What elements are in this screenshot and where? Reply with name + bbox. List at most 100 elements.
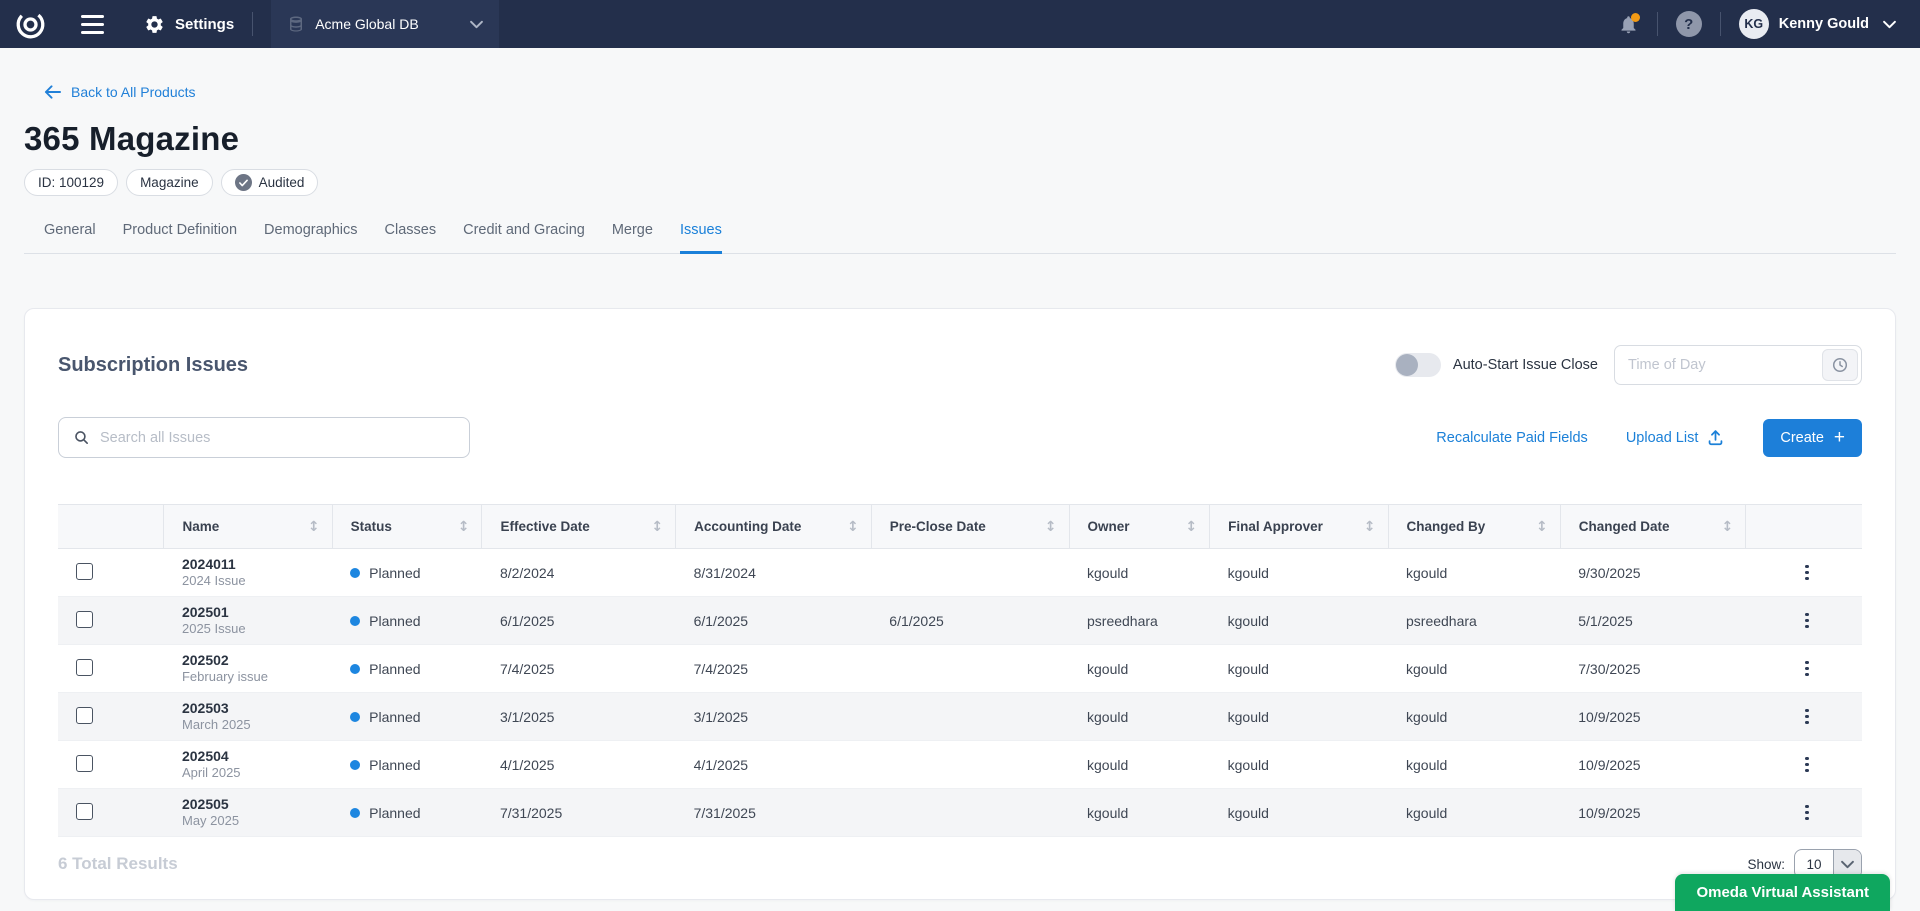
cell-pre-close-date: 6/1/2025: [871, 597, 1069, 645]
tab-classes[interactable]: Classes: [385, 222, 437, 254]
cell-changed-date: 5/1/2025: [1560, 597, 1745, 645]
issue-subname: April 2025: [182, 765, 320, 782]
row-checkbox[interactable]: [76, 803, 93, 820]
tab-issues[interactable]: Issues: [680, 222, 722, 254]
row-checkbox[interactable]: [76, 611, 93, 628]
cell-final-approver: kgould: [1210, 741, 1388, 789]
cell-accounting-date: 3/1/2025: [676, 693, 872, 741]
tab-bar: General Product Definition Demographics …: [24, 222, 1896, 254]
sort-icon[interactable]: ↕: [458, 519, 470, 535]
subscription-issues-panel: Subscription Issues Auto-Start Issue Clo…: [24, 308, 1896, 900]
tab-credit-and-gracing[interactable]: Credit and Gracing: [463, 222, 585, 254]
bell-icon[interactable]: [1618, 14, 1639, 35]
cell-name[interactable]: 202504 April 2025: [164, 741, 332, 789]
cell-name[interactable]: 202502 February issue: [164, 645, 332, 693]
cell-pre-close-date: [871, 693, 1069, 741]
tab-general[interactable]: General: [44, 222, 96, 254]
issue-name[interactable]: 202504: [182, 747, 320, 765]
create-button[interactable]: Create +: [1763, 419, 1862, 457]
page-title: 365 Magazine: [24, 120, 1896, 158]
sort-icon[interactable]: ↕: [308, 519, 320, 535]
omeda-logo-icon[interactable]: [14, 8, 47, 41]
recalculate-label: Recalculate Paid Fields: [1436, 430, 1588, 446]
divider: [1657, 12, 1658, 36]
user-menu[interactable]: KG Kenny Gould: [1739, 9, 1896, 39]
sort-icon[interactable]: ↕: [1364, 519, 1376, 535]
status-dot-icon: [350, 808, 360, 818]
badge-label: ID: 100129: [38, 175, 104, 190]
settings-label: Settings: [175, 16, 234, 33]
tab-merge[interactable]: Merge: [612, 222, 653, 254]
cell-status: Planned: [332, 693, 482, 741]
status-label: Planned: [369, 565, 420, 581]
cell-final-approver: kgould: [1210, 789, 1388, 837]
tab-demographics[interactable]: Demographics: [264, 222, 358, 254]
cell-changed-by: kgould: [1388, 645, 1560, 693]
kebab-menu-icon[interactable]: [1764, 565, 1850, 581]
cell-owner: kgould: [1069, 789, 1210, 837]
help-icon[interactable]: ?: [1676, 11, 1702, 37]
upload-list-link[interactable]: Upload List: [1626, 428, 1726, 447]
time-of-day-input[interactable]: [1628, 357, 1822, 373]
panel-title: Subscription Issues: [58, 354, 248, 377]
kebab-menu-icon[interactable]: [1764, 709, 1850, 725]
issue-name[interactable]: 202503: [182, 699, 320, 717]
cell-changed-date: 10/9/2025: [1560, 693, 1745, 741]
status-label: Planned: [369, 709, 420, 725]
settings-nav[interactable]: Settings: [144, 14, 234, 35]
issue-name[interactable]: 202505: [182, 795, 320, 813]
issue-name[interactable]: 202501: [182, 603, 320, 621]
notification-badge: [1631, 13, 1640, 22]
database-selector[interactable]: Acme Global DB: [271, 0, 499, 48]
chevron-down-icon: [470, 20, 483, 29]
back-link-label: Back to All Products: [71, 84, 196, 100]
row-checkbox[interactable]: [76, 563, 93, 580]
sort-icon[interactable]: ↕: [1536, 519, 1548, 535]
cell-changed-date: 10/9/2025: [1560, 741, 1745, 789]
header-actions: [1746, 505, 1862, 549]
sort-icon[interactable]: ↕: [1185, 519, 1197, 535]
kebab-menu-icon[interactable]: [1764, 757, 1850, 773]
cell-owner: kgould: [1069, 741, 1210, 789]
clock-icon[interactable]: [1822, 349, 1858, 381]
sort-icon[interactable]: ↕: [1721, 519, 1733, 535]
create-label: Create: [1780, 430, 1824, 446]
row-checkbox[interactable]: [76, 707, 93, 724]
cell-owner: psreedhara: [1069, 597, 1210, 645]
table-row: 202504 April 2025 Planned 4/1/2025 4/1/2…: [58, 741, 1862, 789]
cell-changed-by: kgould: [1388, 741, 1560, 789]
tab-product-definition[interactable]: Product Definition: [123, 222, 237, 254]
kebab-menu-icon[interactable]: [1764, 613, 1850, 629]
back-link[interactable]: Back to All Products: [44, 84, 196, 100]
issue-name[interactable]: 202502: [182, 651, 320, 669]
cell-name[interactable]: 202505 May 2025: [164, 789, 332, 837]
kebab-menu-icon[interactable]: [1764, 805, 1850, 821]
row-checkbox[interactable]: [76, 659, 93, 676]
cell-name[interactable]: 2024011 2024 Issue: [164, 549, 332, 597]
cell-name[interactable]: 202503 March 2025: [164, 693, 332, 741]
sort-icon[interactable]: ↕: [847, 519, 859, 535]
sort-icon[interactable]: ↕: [1045, 519, 1057, 535]
search-input[interactable]: [100, 430, 455, 446]
badge-label: Audited: [259, 175, 305, 190]
row-checkbox[interactable]: [76, 755, 93, 772]
issue-name[interactable]: 2024011: [182, 555, 320, 573]
cell-effective-date: 8/2/2024: [482, 549, 676, 597]
header-pre-close-date: Pre-Close Date↕: [871, 505, 1069, 549]
badges: ID: 100129 Magazine Audited: [24, 169, 1896, 196]
auto-start-controls: Auto-Start Issue Close: [1395, 345, 1862, 385]
auto-start-toggle[interactable]: [1395, 353, 1441, 377]
cell-status: Planned: [332, 741, 482, 789]
recalculate-paid-fields-link[interactable]: Recalculate Paid Fields: [1436, 430, 1588, 446]
virtual-assistant-button[interactable]: Omeda Virtual Assistant: [1675, 874, 1890, 911]
table-row: 202503 March 2025 Planned 3/1/2025 3/1/2…: [58, 693, 1862, 741]
sort-icon[interactable]: ↕: [651, 519, 663, 535]
cell-name[interactable]: 202501 2025 Issue: [164, 597, 332, 645]
show-label: Show:: [1747, 857, 1785, 872]
gear-icon: [144, 14, 165, 35]
kebab-menu-icon[interactable]: [1764, 661, 1850, 677]
menu-icon[interactable]: [81, 15, 104, 34]
cell-effective-date: 7/31/2025: [482, 789, 676, 837]
issue-subname: 2025 Issue: [182, 621, 320, 638]
auto-start-label: Auto-Start Issue Close: [1453, 357, 1598, 373]
